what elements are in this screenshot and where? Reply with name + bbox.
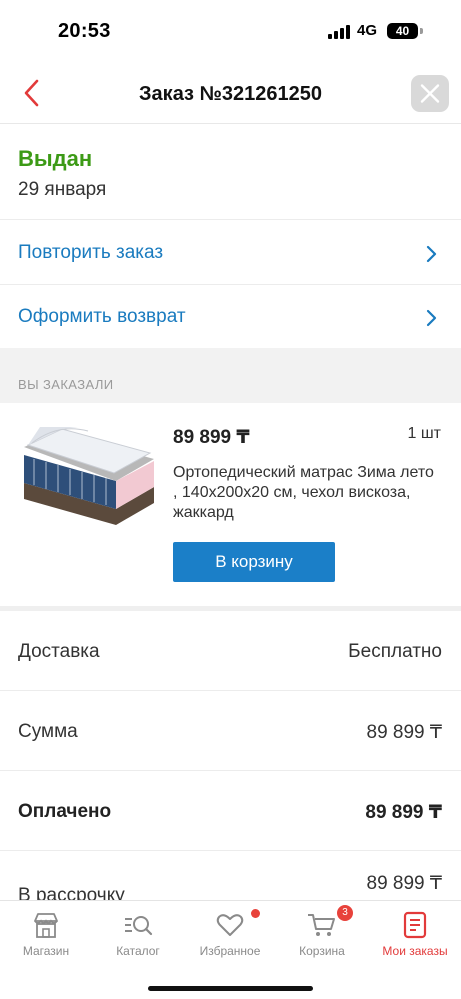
return-order-label: Оформить возврат xyxy=(18,306,186,327)
home-indicator xyxy=(148,986,313,991)
tab-store[interactable]: Магазин xyxy=(0,901,92,967)
tab-label: Магазин xyxy=(22,944,70,958)
cart-count-badge: 3 xyxy=(337,905,353,921)
battery-cap xyxy=(420,28,423,34)
order-item: 89 899 ₸ 1 шт Ортопедический матрас Зима… xyxy=(0,403,461,606)
chevron-right-icon xyxy=(426,245,437,263)
tab-catalog[interactable]: Каталог xyxy=(92,901,184,967)
tab-favorites[interactable]: Избранное xyxy=(184,901,276,967)
chevron-right-icon xyxy=(426,309,437,327)
catalog-search-icon xyxy=(125,916,153,936)
section-title: ВЫ ЗАКАЗАЛИ xyxy=(18,377,114,392)
ordered-items-header: ВЫ ЗАКАЗАЛИ xyxy=(0,348,461,403)
tab-label: Мои заказы xyxy=(382,944,448,958)
summary-value: Бесплатно xyxy=(348,641,442,662)
network-label: 4G xyxy=(357,22,378,39)
tab-bar: Магазин Каталог Избранное 3 Корзина Мои … xyxy=(0,900,461,999)
order-status-date: 29 января xyxy=(18,179,107,200)
summary-value: 89 899 ₸ xyxy=(366,722,442,743)
page-title: Заказ №321261250 xyxy=(139,83,322,105)
tab-cart[interactable]: 3 Корзина xyxy=(276,901,368,967)
status-time: 20:53 xyxy=(58,20,111,42)
tab-label: Каталог xyxy=(116,944,160,958)
summary-row-paid: Оплачено 89 899 ₸ xyxy=(0,771,461,851)
heart-icon xyxy=(216,914,244,936)
status-bar: 20:53 4G 40 xyxy=(0,0,461,60)
item-price: 89 899 ₸ xyxy=(173,427,250,448)
navigation-bar: Заказ №321261250 xyxy=(0,60,461,124)
tab-label: Корзина xyxy=(299,944,345,958)
favorites-dot-badge xyxy=(251,909,260,918)
tab-label: Избранное xyxy=(199,944,261,958)
summary-label: Доставка xyxy=(18,641,100,662)
summary-row-total: Сумма 89 899 ₸ xyxy=(0,691,461,771)
order-status-block: Выдан 29 января xyxy=(0,124,461,220)
orders-icon xyxy=(403,911,427,939)
repeat-order-label: Повторить заказ xyxy=(18,242,164,263)
add-to-cart-button[interactable]: В корзину xyxy=(173,542,335,582)
close-button[interactable] xyxy=(411,75,449,112)
summary-value: 89 899 ₸ xyxy=(365,802,442,823)
cart-icon xyxy=(308,914,335,936)
battery-icon: 40 xyxy=(387,23,418,39)
tab-my-orders[interactable]: Мои заказы xyxy=(369,901,461,967)
summary-value: 89 899 ₸ xyxy=(366,873,442,894)
repeat-order-row[interactable]: Повторить заказ xyxy=(0,221,461,285)
mattress-image[interactable] xyxy=(18,425,158,531)
summary-label: Сумма xyxy=(18,721,78,742)
return-order-row[interactable]: Оформить возврат xyxy=(0,285,461,349)
item-quantity: 1 шт xyxy=(407,425,441,442)
summary-row-delivery: Доставка Бесплатно xyxy=(0,611,461,691)
item-name[interactable]: Ортопедический матрас Зима лето , 140x20… xyxy=(173,463,435,523)
summary-label: Оплачено xyxy=(18,801,112,822)
store-icon xyxy=(34,913,58,938)
signal-icon xyxy=(328,25,352,39)
close-icon xyxy=(420,84,440,103)
order-status-label: Выдан xyxy=(18,146,93,171)
